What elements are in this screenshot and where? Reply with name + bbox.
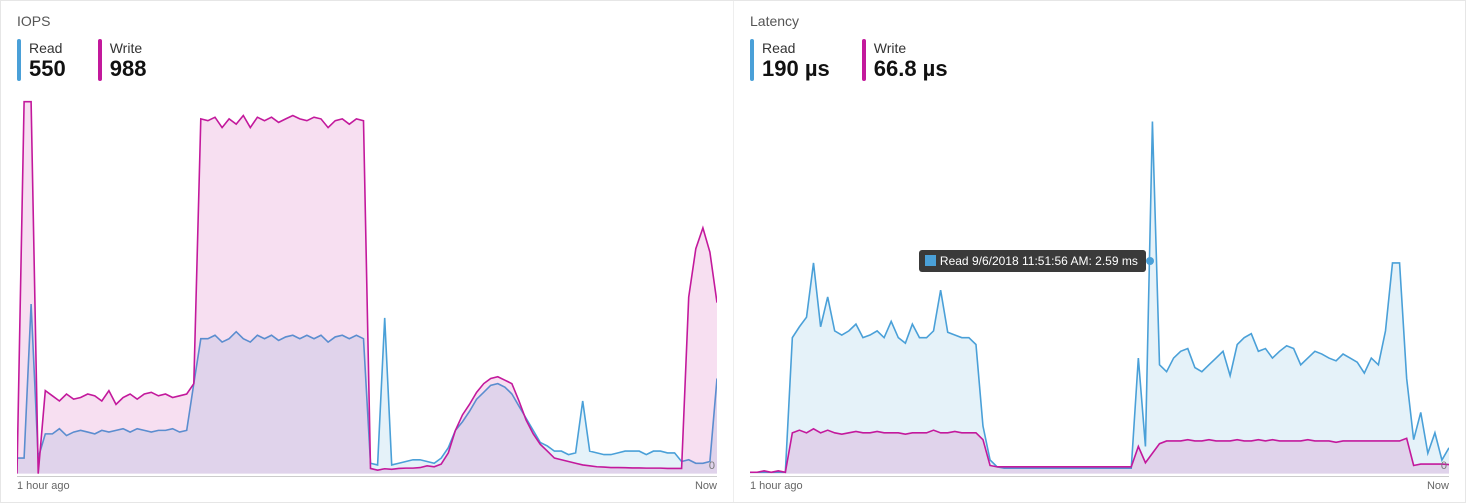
iops-legend-write[interactable]: Write988 bbox=[98, 39, 147, 81]
iops-title: IOPS bbox=[17, 13, 717, 29]
x-axis-right-label: Now bbox=[1427, 480, 1449, 492]
latency-tooltip: Read 9/6/2018 11:51:56 AM: 2.59 ms bbox=[919, 250, 1146, 272]
latency-chart-svg bbox=[750, 93, 1449, 474]
write-color-bar bbox=[862, 39, 866, 81]
legend-value: 550 bbox=[29, 57, 66, 81]
write-color-bar bbox=[98, 39, 102, 81]
iops-chart[interactable]: 0 bbox=[17, 93, 717, 474]
x-axis-left-label: 1 hour ago bbox=[17, 480, 70, 492]
iops-x-axis: 1 hour ago Now bbox=[17, 476, 717, 492]
tooltip-text: Read 9/6/2018 11:51:56 AM: 2.59 ms bbox=[940, 254, 1138, 268]
latency-legend: Read190 µs Write66.8 µs bbox=[750, 39, 1449, 81]
legend-value: 66.8 µs bbox=[874, 57, 948, 81]
tooltip-swatch bbox=[925, 255, 936, 266]
latency-legend-write[interactable]: Write66.8 µs bbox=[862, 39, 948, 81]
x-axis-right-label: Now bbox=[695, 480, 717, 492]
legend-value: 988 bbox=[110, 57, 147, 81]
read-color-bar bbox=[17, 39, 21, 81]
y-axis-zero-label: 0 bbox=[1441, 460, 1447, 472]
y-axis-zero-label: 0 bbox=[709, 460, 715, 472]
legend-value: 190 µs bbox=[762, 57, 830, 81]
legend-label: Write bbox=[110, 39, 147, 57]
iops-legend-read[interactable]: Read550 bbox=[17, 39, 66, 81]
iops-legend: Read550 Write988 bbox=[17, 39, 717, 81]
x-axis-left-label: 1 hour ago bbox=[750, 480, 803, 492]
panel-latency: Latency Read190 µs Write66.8 µs 0 Read 9/6/2… bbox=[733, 1, 1465, 502]
latency-read-area bbox=[750, 122, 1449, 474]
legend-label: Write bbox=[874, 39, 948, 57]
latency-x-axis: 1 hour ago Now bbox=[750, 476, 1449, 492]
legend-label: Read bbox=[29, 39, 66, 57]
tooltip-marker-dot bbox=[1146, 257, 1154, 265]
latency-chart[interactable]: 0 Read 9/6/2018 11:51:56 AM: 2.59 ms bbox=[750, 93, 1449, 474]
read-color-bar bbox=[750, 39, 754, 81]
perf-dashboard: IOPSRead550Write98801 hour agoNowLatency… bbox=[0, 0, 1466, 503]
iops-chart-svg bbox=[17, 93, 717, 474]
panel-iops: IOPS Read550 Write988 0 1 hour ago Now bbox=[1, 1, 733, 502]
legend-label: Read bbox=[762, 39, 830, 57]
latency-legend-read[interactable]: Read190 µs bbox=[750, 39, 830, 81]
latency-title: Latency bbox=[750, 13, 1449, 29]
